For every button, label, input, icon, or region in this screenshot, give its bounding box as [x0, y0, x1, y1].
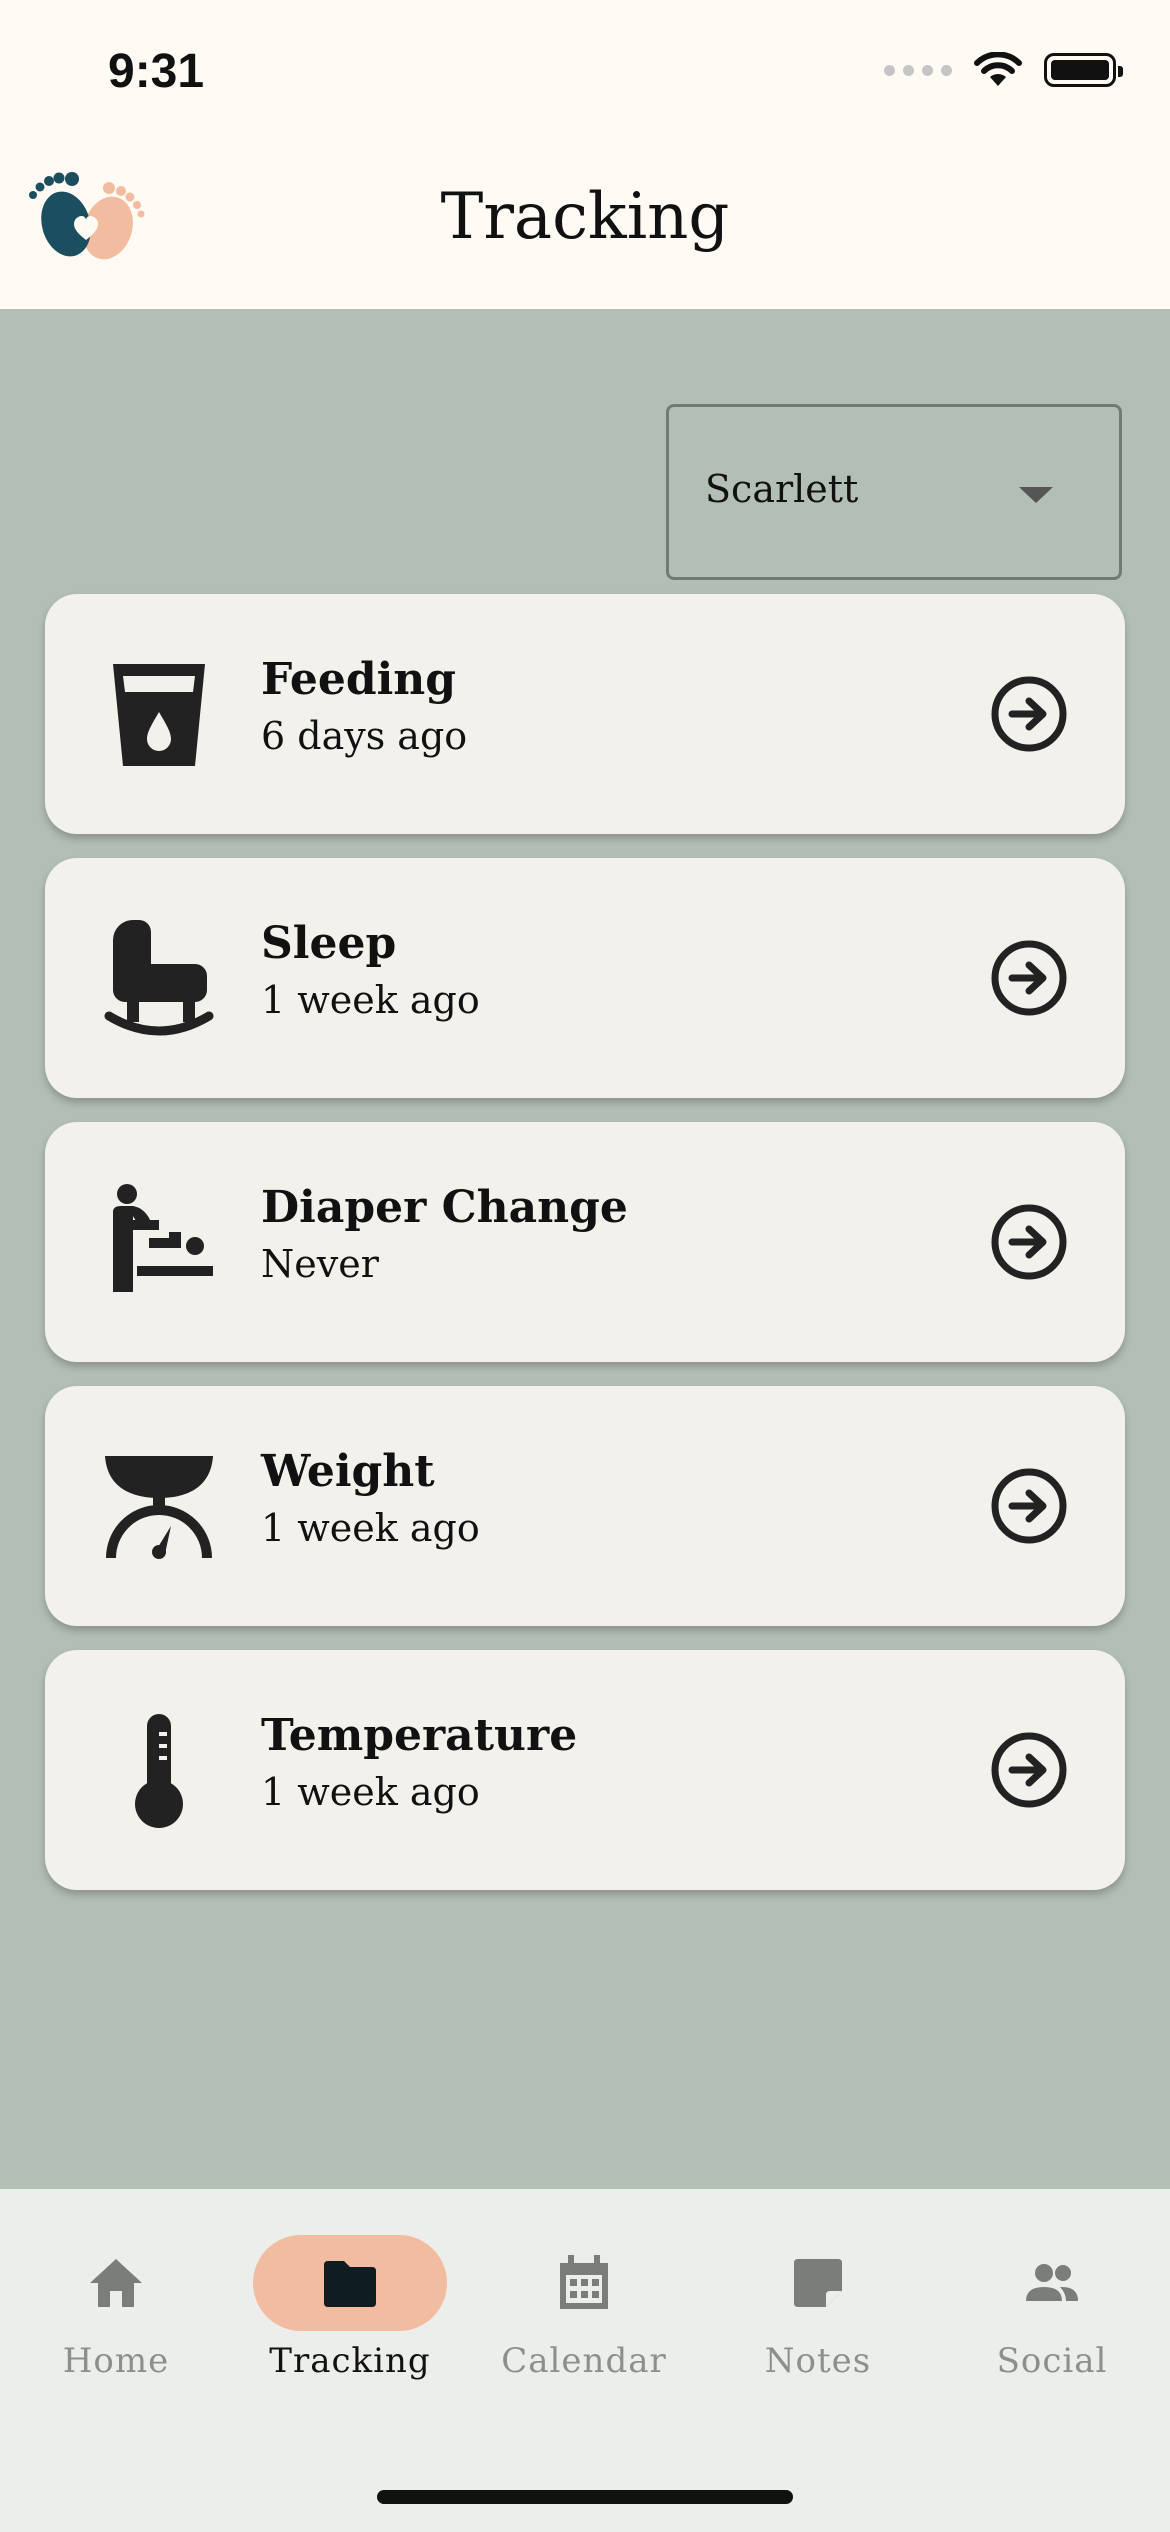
tab-tracking[interactable]: Tracking	[250, 2231, 450, 2391]
arrow-right-circle-icon[interactable]	[990, 675, 1068, 753]
tab-label: Notes	[764, 2341, 872, 2381]
tab-home[interactable]: Home	[16, 2231, 216, 2391]
calendar-icon	[560, 2255, 608, 2309]
tracking-card-diaper-change[interactable]: Diaper Change Never	[45, 1122, 1125, 1362]
bottom-tab-bar: Home Tracking Calendar Notes Social	[0, 2189, 1170, 2532]
status-time: 9:31	[108, 45, 205, 98]
tracking-list: Feeding 6 days ago Sleep 1 week ago Diap…	[45, 594, 1125, 1914]
tracking-card-temperature[interactable]: Temperature 1 week ago	[45, 1650, 1125, 1890]
tab-notes[interactable]: Notes	[718, 2231, 918, 2391]
tab-label: Tracking	[269, 2341, 431, 2381]
card-last-entry: 1 week ago	[261, 1506, 480, 1550]
app-header: 9:31 Tracking	[0, 0, 1170, 309]
battery-icon	[1044, 53, 1123, 87]
feeding-cup-icon	[113, 664, 205, 766]
card-title: Sleep	[261, 918, 397, 969]
home-icon	[90, 2259, 142, 2307]
people-icon	[1026, 2264, 1078, 2301]
child-select-dropdown[interactable]: Scarlett	[666, 404, 1122, 580]
card-last-entry: Never	[261, 1242, 379, 1286]
tab-social[interactable]: Social	[952, 2231, 1152, 2391]
wifi-icon	[974, 52, 1022, 86]
card-title: Diaper Change	[261, 1182, 628, 1233]
card-title: Temperature	[261, 1710, 578, 1761]
arrow-right-circle-icon[interactable]	[990, 939, 1068, 1017]
child-select-value: Scarlett	[705, 467, 859, 511]
tab-label: Home	[62, 2341, 170, 2381]
arrow-right-circle-icon[interactable]	[990, 1731, 1068, 1809]
thermometer-icon	[135, 1714, 183, 1828]
page-title: Tracking	[440, 180, 730, 254]
tracking-card-weight[interactable]: Weight 1 week ago	[45, 1386, 1125, 1626]
cellular-signal-icon	[884, 64, 952, 76]
home-indicator	[377, 2490, 793, 2504]
baby-changing-icon	[113, 1184, 213, 1292]
arrow-right-circle-icon[interactable]	[990, 1203, 1068, 1281]
scale-icon	[105, 1456, 213, 1559]
tracking-card-feeding[interactable]: Feeding 6 days ago	[45, 594, 1125, 834]
status-icons	[884, 52, 1123, 88]
tab-label: Social	[996, 2341, 1108, 2381]
card-last-entry: 1 week ago	[261, 978, 480, 1022]
card-title: Weight	[261, 1446, 435, 1497]
arrow-right-circle-icon[interactable]	[990, 1467, 1068, 1545]
tab-label: Calendar	[501, 2341, 667, 2381]
card-last-entry: 6 days ago	[261, 714, 468, 758]
dropdown-caret-icon	[1019, 487, 1053, 503]
tracking-card-sleep[interactable]: Sleep 1 week ago	[45, 858, 1125, 1098]
card-last-entry: 1 week ago	[261, 1770, 480, 1814]
note-icon	[794, 2259, 842, 2307]
rocking-crib-icon	[104, 920, 214, 1036]
card-title: Feeding	[261, 654, 457, 705]
folder-icon	[324, 2261, 376, 2307]
tab-calendar[interactable]: Calendar	[484, 2231, 684, 2391]
